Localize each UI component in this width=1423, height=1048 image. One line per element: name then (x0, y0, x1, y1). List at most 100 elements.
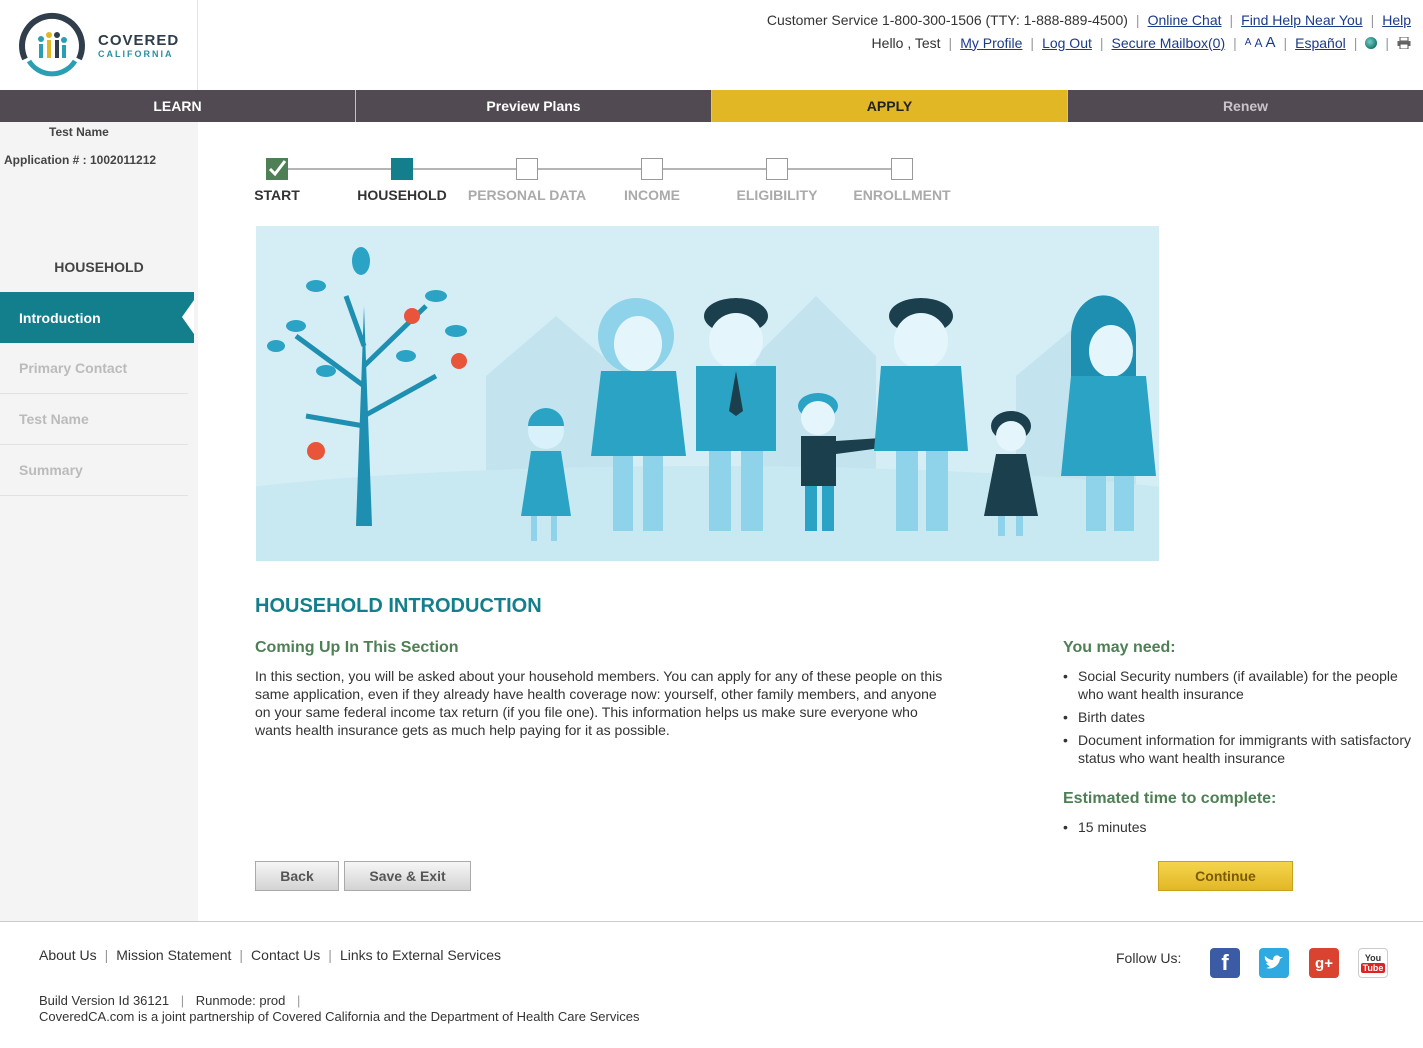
greeting-text: Hello , Test (871, 34, 941, 51)
globe-icon[interactable] (1365, 36, 1378, 49)
youtube-tube: Tube (1360, 963, 1386, 973)
youtube-icon[interactable]: You Tube (1358, 948, 1388, 978)
separator: | (1370, 12, 1375, 28)
facebook-icon[interactable]: f (1210, 948, 1240, 978)
separator: | (104, 947, 109, 963)
nav-tab-apply[interactable]: APPLY (712, 90, 1068, 122)
top-links-row2: Hello , Test | My Profile | Log Out | Se… (872, 34, 1411, 51)
nav-tab-learn[interactable]: LEARN (0, 90, 356, 122)
nav-tab-renew[interactable]: Renew (1068, 90, 1423, 122)
separator: | (1233, 34, 1237, 51)
family-illustration-icon (256, 247, 1159, 561)
customer-service-text: Customer Service 1-800-300-1506 (TTY: 1-… (766, 12, 1128, 28)
follow-us-label: Follow Us: (1116, 950, 1182, 966)
separator: | (180, 993, 185, 1008)
twitter-bird-icon (1264, 955, 1283, 969)
logo-text-covered: COVERED (98, 32, 180, 49)
back-button[interactable]: Back (255, 861, 339, 891)
separator: | (1353, 34, 1358, 51)
you-may-need-title: You may need: (1063, 639, 1176, 656)
separator: | (239, 947, 244, 963)
step-label: ENROLLMENT (853, 187, 951, 203)
font-size-small-button[interactable]: A (1245, 37, 1252, 48)
partnership-text: CoveredCA.com is a joint partnership of … (39, 1009, 640, 1024)
step-box (766, 158, 788, 180)
google-plus-letters: g+ (1315, 954, 1333, 972)
twitter-icon[interactable] (1259, 948, 1289, 978)
estimated-time-title: Estimated time to complete: (1063, 790, 1277, 807)
estimated-time-list: 15 minutes (1063, 818, 1146, 836)
list-item: Document information for immigrants with… (1063, 731, 1413, 767)
runmode: Runmode: prod (195, 993, 286, 1008)
step-box-completed (266, 158, 288, 180)
separator: | (948, 34, 953, 51)
step-box (516, 158, 538, 180)
main-nav: LEARN Preview Plans APPLY Renew (0, 90, 1423, 122)
separator: | (1030, 34, 1035, 51)
household-illustration (256, 226, 1159, 561)
step-box (891, 158, 913, 180)
header: COVERED CALIFORNIA Customer Service 1-80… (0, 0, 1423, 90)
youtube-you: You (1364, 953, 1382, 963)
section-subtitle: Coming Up In This Section (255, 639, 459, 656)
covered-california-logo-icon (19, 13, 85, 77)
sidebar-item-primary-contact[interactable]: Primary Contact (0, 343, 188, 394)
log-out-link[interactable]: Log Out (1042, 35, 1092, 51)
find-help-link[interactable]: Find Help Near You (1241, 12, 1362, 28)
sidebar-item-label: Introduction (19, 309, 101, 326)
top-links-row1: Customer Service 1-800-300-1506 (TTY: 1-… (767, 12, 1411, 28)
step-enrollment: ENROLLMENT (827, 150, 977, 203)
list-item: Social Security numbers (if available) f… (1063, 667, 1413, 703)
separator: | (1229, 12, 1234, 28)
you-may-need-list: Social Security numbers (if available) f… (1063, 667, 1413, 772)
separator: | (1099, 34, 1104, 51)
application-number: Application # : 1002011212 (4, 153, 157, 167)
section-description: In this section, you will be asked about… (255, 668, 943, 738)
separator: | (297, 993, 301, 1008)
list-item: 15 minutes (1063, 818, 1146, 836)
footer-links: About Us | Mission Statement | Contact U… (39, 947, 501, 963)
online-chat-link[interactable]: Online Chat (1148, 12, 1222, 28)
font-size-medium-button[interactable]: A (1254, 36, 1262, 50)
continue-button[interactable]: Continue (1158, 861, 1293, 891)
list-item: Birth dates (1063, 708, 1413, 726)
sidebar-item-label: Test Name (19, 411, 89, 427)
step-box (641, 158, 663, 180)
separator: | (1283, 34, 1288, 51)
build-version: Build Version Id 36121 (39, 993, 170, 1008)
active-indicator (182, 300, 194, 334)
footer: About Us | Mission Statement | Contact U… (0, 921, 1423, 1048)
footer-link-external-services[interactable]: Links to External Services (340, 947, 501, 963)
sidebar-item-test-name[interactable]: Test Name (0, 394, 188, 445)
logo-text-california: CALIFORNIA (98, 49, 174, 59)
separator: | (328, 947, 332, 963)
separator: | (1385, 34, 1389, 51)
sidebar: Test Name Application # : 1002011212 HOU… (0, 122, 198, 922)
separator: | (1135, 12, 1140, 28)
save-exit-button[interactable]: Save & Exit (344, 861, 471, 891)
applicant-name: Test Name (49, 125, 109, 139)
page-title: HOUSEHOLD INTRODUCTION (255, 595, 542, 617)
footer-link-about-us[interactable]: About Us (39, 947, 97, 963)
footer-link-mission-statement[interactable]: Mission Statement (116, 947, 231, 963)
sidebar-item-label: Summary (19, 462, 83, 478)
logo[interactable]: COVERED CALIFORNIA (0, 0, 198, 90)
secure-mailbox-link[interactable]: Secure Mailbox(0) (1112, 35, 1226, 51)
sidebar-item-label: Primary Contact (19, 360, 128, 376)
sidebar-section-title: HOUSEHOLD (54, 259, 144, 275)
facebook-letter: f (1221, 950, 1229, 975)
google-plus-icon[interactable]: g+ (1309, 948, 1339, 978)
espanol-link[interactable]: Español (1295, 35, 1346, 51)
my-profile-link[interactable]: My Profile (960, 35, 1022, 51)
sidebar-item-introduction[interactable]: Introduction (0, 292, 194, 343)
nav-tab-preview-plans[interactable]: Preview Plans (356, 90, 712, 122)
footer-link-contact-us[interactable]: Contact Us (251, 947, 320, 963)
sidebar-item-summary[interactable]: Summary (0, 445, 188, 496)
progress-stepper: START HOUSEHOLD PERSONAL DATA INCOME ELI… (240, 150, 980, 210)
build-info: Build Version Id 36121 | Runmode: prod | (39, 993, 308, 1008)
step-box-current (391, 158, 413, 180)
checkmark-icon (268, 160, 287, 177)
help-link[interactable]: Help (1382, 12, 1411, 28)
print-icon[interactable] (1397, 36, 1411, 49)
font-size-large-button[interactable]: A (1265, 34, 1275, 51)
